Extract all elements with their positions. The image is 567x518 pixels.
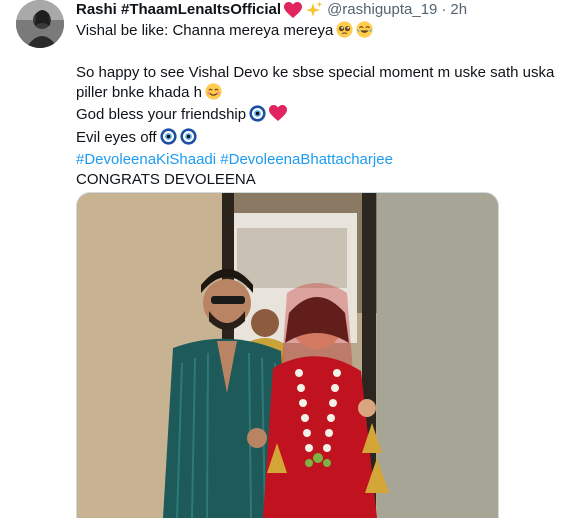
avatar-photo bbox=[16, 0, 64, 48]
avatar[interactable] bbox=[16, 0, 64, 48]
tweet[interactable]: Rashi #ThaamLenaItsOfficial @rashigupta_… bbox=[0, 0, 567, 518]
tweet-timestamp[interactable]: 2h bbox=[450, 0, 467, 20]
tweet-hashtags: #DevoleenaKiShaadi #DevoleenaBhattacharj… bbox=[76, 150, 556, 170]
nazar-amulet-icon bbox=[249, 105, 266, 128]
hashtag-link[interactable]: #DevoleenaKiShaadi bbox=[76, 151, 216, 168]
red-heart-icon bbox=[269, 105, 288, 128]
red-heart-icon bbox=[284, 1, 303, 19]
author-name[interactable]: Rashi #ThaamLenaItsOfficial bbox=[76, 0, 281, 20]
tweet-line-1-text: Vishal be like: Channa mereya mereya bbox=[76, 22, 334, 39]
tweet-line-1: Vishal be like: Channa mereya mereya bbox=[76, 21, 556, 44]
hashtag-link[interactable]: #DevoleenaBhattacharjee bbox=[220, 151, 393, 168]
tweet-line-4: God bless your friendship bbox=[76, 105, 556, 128]
author-handle[interactable]: @rashigupta_19 bbox=[327, 0, 437, 20]
tweet-line-2: So happy to see Vishal Devo ke sbse spec… bbox=[76, 64, 555, 81]
smiling-face-icon bbox=[205, 82, 222, 106]
nazar-amulet-icon bbox=[180, 127, 197, 151]
pleading-face-icon bbox=[336, 21, 353, 44]
header-separator: · bbox=[441, 1, 447, 18]
tweet-line-5-text: Evil eyes off bbox=[76, 128, 157, 146]
tweet-line-4-text: God bless your friendship bbox=[76, 106, 247, 123]
tweet-photo[interactable] bbox=[76, 192, 499, 518]
tweet-line-3: piller bnke khada h bbox=[76, 82, 556, 106]
tweet-header: Rashi #ThaamLenaItsOfficial @rashigupta_… bbox=[76, 0, 467, 20]
sparkles-icon bbox=[305, 1, 323, 19]
tweet-line-3-text: piller bnke khada h bbox=[76, 83, 202, 101]
tweet-text: Vishal be like: Channa mereya mereya So … bbox=[76, 21, 556, 189]
wedding-photo bbox=[77, 193, 498, 518]
tweet-line-7: CONGRATS DEVOLEENA bbox=[76, 170, 256, 188]
nazar-amulet-icon bbox=[160, 127, 177, 151]
tears-of-joy-icon bbox=[356, 21, 373, 44]
tweet-line-5: Evil eyes off bbox=[76, 127, 556, 151]
